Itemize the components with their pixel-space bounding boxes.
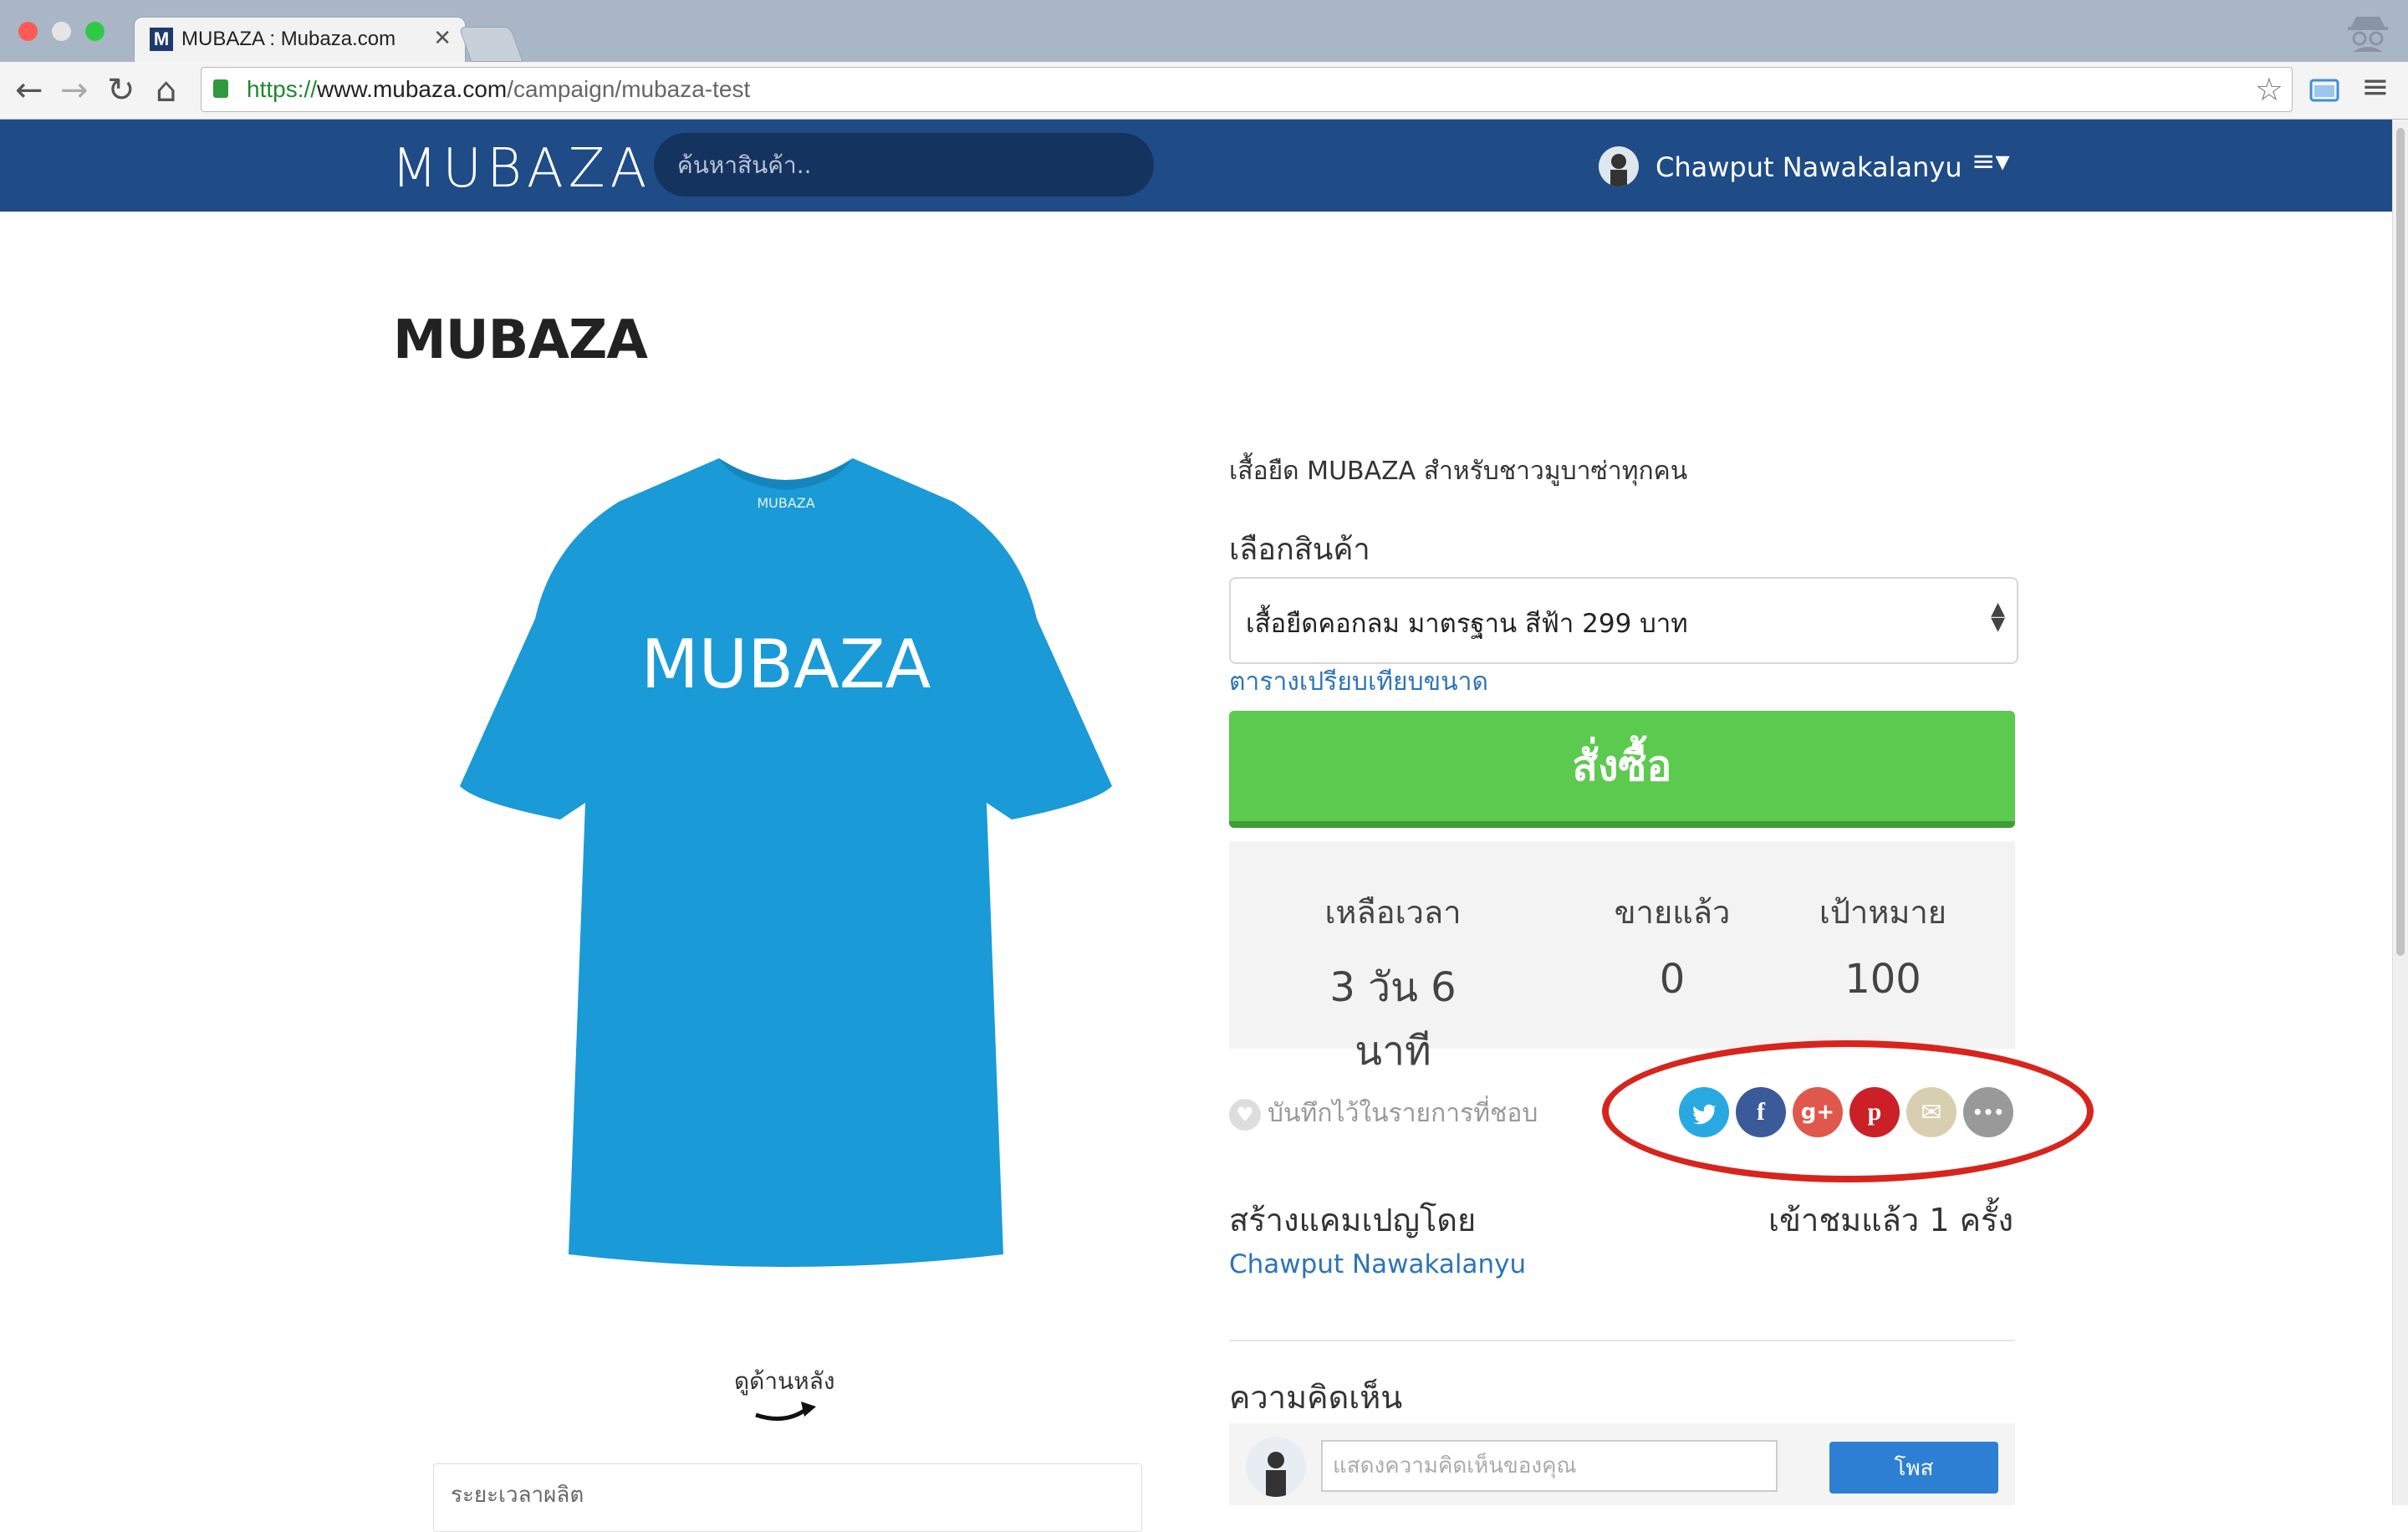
tab-title: MUBAZA : Mubaza.com bbox=[181, 28, 396, 50]
goal-stat: เป้าหมาย 100 bbox=[1799, 886, 1967, 1003]
cast-icon[interactable] bbox=[2309, 77, 2339, 104]
product-image[interactable]: MUBAZA MUBAZA bbox=[443, 452, 1129, 1288]
selected-product-option: เสื้อยืดคอกลม มาตรฐาน สีฟ้า 299 บาท bbox=[1246, 609, 1688, 639]
time-left-label: เหลือเวลา bbox=[1324, 894, 1462, 931]
browser-tab[interactable]: M MUBAZA : Mubaza.com ✕ bbox=[134, 17, 466, 63]
bookmark-star-icon[interactable]: ☆ bbox=[2255, 71, 2283, 108]
maximize-window-button[interactable] bbox=[85, 22, 105, 41]
browser-toolbar: ← → ↻ ⌂ https://www.mubaza.com/campaign/… bbox=[0, 62, 2408, 120]
comments-title: ความคิดเห็น bbox=[1229, 1379, 1403, 1416]
minimize-window-button[interactable] bbox=[52, 22, 71, 41]
production-time-label: ระยะเวลาผลิต bbox=[451, 1483, 584, 1508]
section-divider bbox=[1229, 1340, 2015, 1341]
save-favorite-label: บันทึกไว้ในรายการที่ชอบ bbox=[1268, 1099, 1538, 1128]
forward-icon[interactable]: → bbox=[60, 70, 89, 110]
close-tab-icon[interactable]: ✕ bbox=[433, 25, 452, 51]
site-logo[interactable]: MUBAZA bbox=[391, 138, 651, 200]
site-header: MUBAZA Chawput Nawakalanyu ≡▾ bbox=[0, 120, 2393, 212]
user-name[interactable]: Chawput Nawakalanyu bbox=[1656, 151, 1962, 183]
page-title: MUBAZA bbox=[393, 309, 648, 371]
curved-arrow-icon[interactable] bbox=[752, 1397, 819, 1422]
goal-value: 100 bbox=[1844, 956, 1921, 1003]
site-search-input[interactable] bbox=[654, 133, 1154, 197]
comment-form: โพส bbox=[1229, 1423, 2015, 1505]
select-product-label: เลือกสินค้า bbox=[1229, 533, 1370, 567]
share-highlight-annotation bbox=[1602, 1040, 2094, 1182]
creator-link[interactable]: Chawput Nawakalanyu bbox=[1229, 1249, 1526, 1279]
scrollbar-thumb[interactable] bbox=[2396, 128, 2405, 956]
sold-value: 0 bbox=[1659, 956, 1686, 1003]
comment-input[interactable] bbox=[1321, 1440, 1778, 1492]
menu-icon[interactable]: ≡ bbox=[2361, 67, 2390, 107]
browser-chrome: M MUBAZA : Mubaza.com ✕ ← → ↻ ⌂ https://… bbox=[0, 0, 2408, 120]
sold-stat: ขายแล้ว 0 bbox=[1589, 886, 1756, 1003]
tab-strip: M MUBAZA : Mubaza.com ✕ bbox=[0, 0, 2408, 63]
reload-icon[interactable]: ↻ bbox=[107, 70, 135, 110]
production-time-panel: ระยะเวลาผลิต bbox=[433, 1463, 1142, 1532]
created-by-label: สร้างแคมเปญโดย bbox=[1229, 1202, 1477, 1238]
post-comment-button[interactable]: โพส bbox=[1829, 1442, 1998, 1494]
page-scrollbar[interactable] bbox=[2392, 120, 2408, 1505]
time-left-value: 3 วัน 6 นาที bbox=[1329, 964, 1457, 1075]
lock-icon bbox=[213, 79, 228, 98]
back-icon[interactable]: ← bbox=[15, 70, 43, 110]
favicon-icon: M bbox=[150, 28, 173, 51]
user-avatar[interactable] bbox=[1599, 146, 1639, 186]
url-text: https://www.mubaza.com/campaign/mubaza-t… bbox=[247, 76, 751, 102]
heart-icon: ♥ bbox=[1229, 1098, 1261, 1131]
sold-label: ขายแล้ว bbox=[1614, 894, 1731, 931]
address-bar[interactable]: https://www.mubaza.com/campaign/mubaza-t… bbox=[201, 67, 2293, 112]
goal-label: เป้าหมาย bbox=[1819, 894, 1947, 931]
size-chart-link[interactable]: ตารางเปรียบเทียบขนาด bbox=[1229, 662, 1488, 702]
shirt-tag-text: MUBAZA bbox=[757, 495, 815, 511]
hamburger-menu-icon[interactable]: ≡▾ bbox=[1972, 145, 2010, 178]
close-window-button[interactable] bbox=[18, 22, 38, 41]
campaign-stats: เหลือเวลา 3 วัน 6 นาที ขายแล้ว 0 เป้าหมา… bbox=[1229, 841, 2015, 1075]
new-tab-button[interactable] bbox=[458, 27, 523, 62]
time-left-stat: เหลือเวลา 3 วัน 6 นาที bbox=[1293, 886, 1493, 1083]
commenter-avatar bbox=[1246, 1437, 1306, 1497]
incognito-icon bbox=[2348, 17, 2388, 52]
select-caret-icon: ▲ ▼ bbox=[1991, 599, 2005, 635]
view-count: เข้าชมแล้ว 1 ครั้ง bbox=[1768, 1202, 2013, 1238]
home-icon[interactable]: ⌂ bbox=[156, 70, 176, 110]
shirt-print-text: MUBAZA bbox=[640, 626, 931, 703]
view-back-link[interactable]: ดูด้านหลัง bbox=[734, 1363, 835, 1400]
product-select[interactable]: เสื้อยืดคอกลม มาตรฐาน สีฟ้า 299 บาท ▲ ▼ bbox=[1229, 577, 2018, 664]
order-button[interactable]: สั่งซื้อ bbox=[1229, 711, 2015, 828]
tshirt-image bbox=[460, 458, 1112, 1267]
product-description: เสื้อยืด MUBAZA สำหรับชาวมูบาซ่าทุกคน bbox=[1229, 457, 1688, 486]
save-favorite-button[interactable]: ♥ บันทึกไว้ในรายการที่ชอบ bbox=[1229, 1094, 1538, 1133]
